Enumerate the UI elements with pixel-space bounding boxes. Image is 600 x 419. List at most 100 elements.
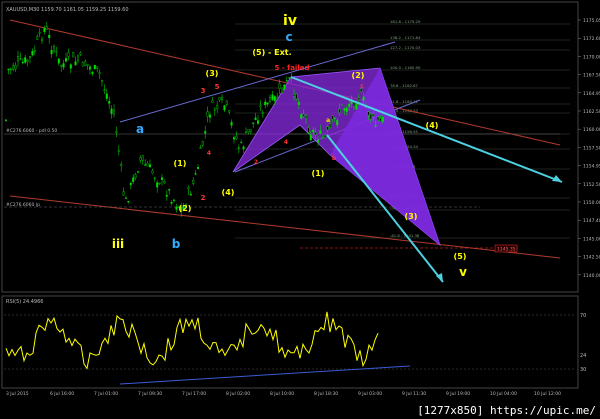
wave-label-v: v	[459, 265, 467, 279]
candle-body	[141, 155, 144, 161]
candle-body	[132, 177, 135, 182]
candle-body	[112, 109, 115, 115]
candle-body	[244, 131, 247, 133]
time-tick-label: 9 Jul 19:00	[446, 391, 470, 397]
candle-body	[14, 65, 17, 70]
wave-label-c_blue: c	[285, 30, 292, 44]
candle-body	[50, 50, 53, 55]
candle-body	[148, 164, 151, 168]
candle-body	[374, 125, 377, 127]
wave-label-p4: (4)	[222, 188, 235, 197]
price-tick-label: 1152.50	[583, 182, 600, 188]
wave-label-p1: (1)	[174, 159, 187, 168]
time-tick-label: 3 Jul 2015	[6, 391, 29, 397]
price-tick-label: 1160.00	[583, 127, 600, 133]
candle-body	[187, 187, 190, 190]
candle-body	[21, 61, 24, 64]
candle-body	[240, 141, 243, 144]
candle-body	[252, 122, 255, 124]
candle-body	[264, 101, 267, 106]
candle-body	[60, 65, 63, 67]
candle-body	[136, 171, 139, 173]
wave-label-p3b: (3)	[405, 212, 418, 221]
candle-body	[160, 177, 163, 181]
candle-body	[293, 94, 296, 97]
candle-body	[220, 97, 223, 100]
candle-body	[96, 66, 99, 69]
candle-body	[67, 52, 70, 57]
candle-body	[281, 87, 284, 94]
time-tick-label: 7 Jul 01:00	[94, 391, 118, 397]
candle-body	[341, 104, 344, 106]
candle-body	[271, 94, 274, 100]
wave-label-r4: 4	[207, 150, 211, 157]
candle-body	[93, 64, 96, 70]
trading-chart[interactable]: XAUUSD,M30 1159.70 1161.05 1159.25 1159.…	[0, 0, 600, 419]
candle-body	[189, 193, 192, 196]
candle-body	[300, 114, 303, 119]
candle-body	[336, 120, 339, 126]
price-tick-label: 1142.50	[583, 255, 600, 261]
candle-body	[295, 93, 298, 100]
candle-body	[57, 58, 60, 64]
fib-level-label: 161.8 - 1175.29	[390, 19, 421, 24]
wave-label-p2b: (2)	[352, 71, 365, 80]
candle-body	[237, 147, 240, 149]
fib-level-label: 127.2 - 1170.03	[390, 45, 421, 50]
price-tick-label: 1145.00	[583, 236, 600, 242]
candle-body	[108, 101, 111, 104]
candle-body	[110, 108, 113, 114]
candle-body	[204, 131, 207, 134]
price-tick-label: 1140.00	[583, 273, 600, 279]
candle-body	[163, 181, 166, 184]
candle-body	[88, 66, 91, 70]
candle-body	[168, 189, 171, 191]
candle-body	[105, 93, 108, 99]
candle-body	[33, 50, 36, 52]
candle-body	[377, 116, 380, 121]
candle-body	[146, 163, 149, 167]
wave-label-ro2: 2	[254, 159, 258, 166]
candle-body	[329, 123, 332, 128]
rsi-pane[interactable]	[1, 295, 579, 389]
candle-body	[45, 26, 48, 30]
time-tick-label: 7 Jul 17:00	[182, 391, 206, 397]
time-tick-label: 9 Jul 11:30	[402, 391, 426, 397]
fib-level-label: 78.6 - 1162.67	[390, 83, 419, 88]
wave-label-p2: (2)	[179, 204, 192, 213]
price-tick-label: 1162.50	[583, 109, 600, 115]
wave-label-failed5: 5 - failed	[275, 64, 310, 72]
candle-body	[170, 202, 173, 204]
candle-body	[321, 137, 324, 139]
candle-body	[74, 61, 77, 66]
candle-body	[288, 77, 291, 79]
candle-body	[247, 129, 250, 132]
candle-body	[302, 114, 305, 117]
price-tick-label: 1167.50	[583, 73, 600, 79]
candle-body	[307, 127, 310, 133]
candle-body	[103, 89, 106, 91]
wave-label-r2: 2	[201, 194, 206, 202]
candle-body	[317, 139, 320, 143]
candle-body	[218, 97, 221, 101]
candle-body	[48, 34, 51, 39]
candle-body	[19, 58, 22, 60]
time-tick-label: 8 Jul 10:00	[270, 391, 294, 397]
rsi-current-label: 24	[580, 353, 586, 359]
candle-body	[372, 113, 375, 117]
candle-body	[122, 191, 125, 196]
candle-body	[199, 147, 202, 149]
candle-body	[41, 38, 44, 41]
candle-body	[81, 62, 84, 67]
candle-body	[129, 182, 132, 185]
candle-body	[9, 68, 12, 71]
rsi-header: RSI(5) 24.4966	[6, 299, 43, 305]
price-tick-label: 1154.95	[583, 164, 600, 170]
main-pane[interactable]	[1, 1, 579, 293]
candle-body	[266, 102, 269, 105]
image-host-footer: [1277x850] https://upic.me/	[415, 404, 598, 417]
candle-body	[26, 59, 29, 62]
price-tick-label: 1172.60	[583, 36, 600, 42]
candle-body	[333, 117, 336, 119]
candle-body	[273, 96, 276, 102]
